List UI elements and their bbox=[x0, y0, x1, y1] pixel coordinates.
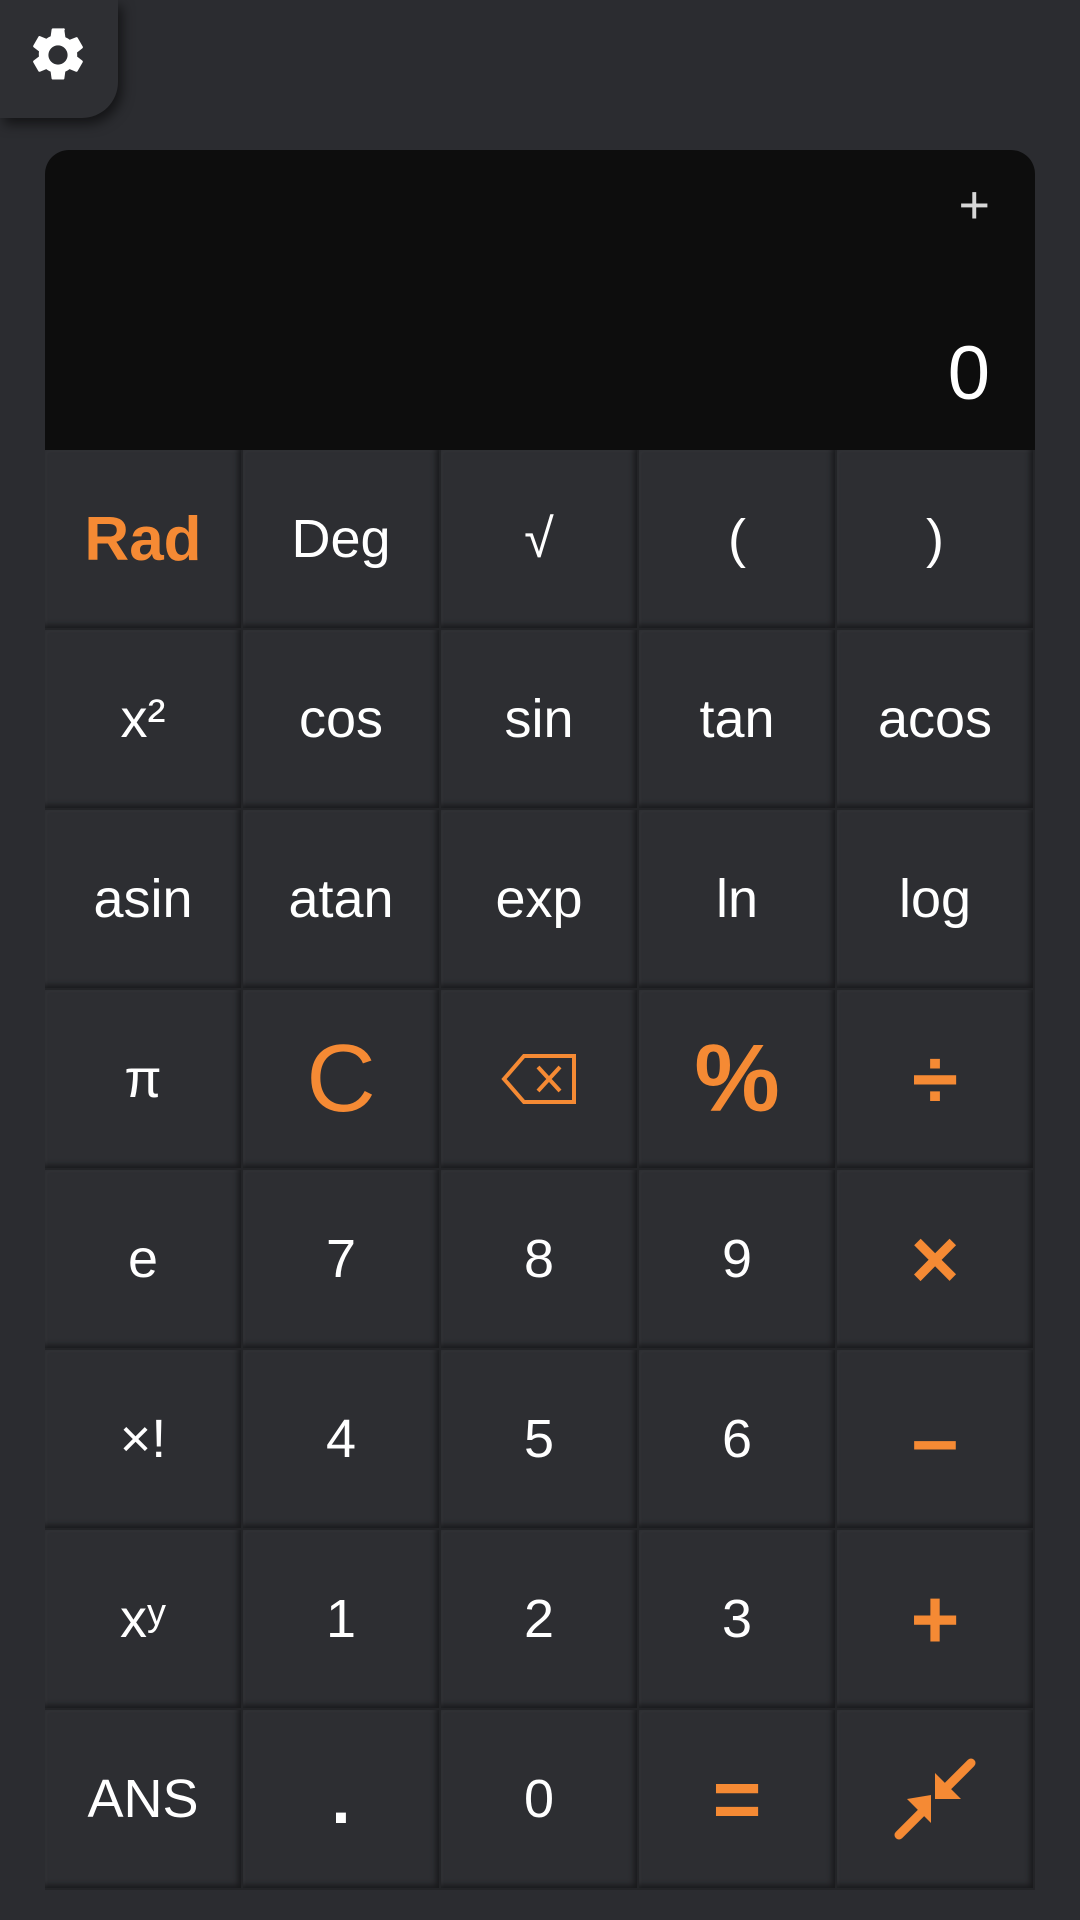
digit-1-button[interactable]: 1 bbox=[243, 1530, 441, 1710]
digit-7-button[interactable]: 7 bbox=[243, 1170, 441, 1350]
asin-button[interactable]: asin bbox=[45, 810, 243, 990]
digit-4-button[interactable]: 4 bbox=[243, 1350, 441, 1530]
sin-button[interactable]: sin bbox=[441, 630, 639, 810]
open-paren-button[interactable]: ( bbox=[639, 450, 837, 630]
keypad: Rad Deg √ ( ) x² cos sin tan acos asin a… bbox=[45, 450, 1035, 1890]
percent-button[interactable]: % bbox=[639, 990, 837, 1170]
exp-button[interactable]: exp bbox=[441, 810, 639, 990]
divide-button[interactable]: ÷ bbox=[837, 990, 1035, 1170]
minus-button[interactable]: – bbox=[837, 1350, 1035, 1530]
gear-icon bbox=[28, 27, 90, 92]
collapse-arrows-icon bbox=[893, 1757, 977, 1841]
equals-button[interactable]: = bbox=[639, 1710, 837, 1890]
plus-button[interactable]: + bbox=[837, 1530, 1035, 1710]
ans-button[interactable]: ANS bbox=[45, 1710, 243, 1890]
digit-9-button[interactable]: 9 bbox=[639, 1170, 837, 1350]
power-exponent: y bbox=[147, 1591, 166, 1634]
collapse-button[interactable] bbox=[837, 1710, 1035, 1890]
deg-button[interactable]: Deg bbox=[243, 450, 441, 630]
digit-0-button[interactable]: 0 bbox=[441, 1710, 639, 1890]
pi-button[interactable]: π bbox=[45, 990, 243, 1170]
settings-button[interactable] bbox=[0, 0, 118, 118]
log-button[interactable]: log bbox=[837, 810, 1035, 990]
decimal-button[interactable]: . bbox=[243, 1710, 441, 1890]
clear-button[interactable]: C bbox=[243, 990, 441, 1170]
factorial-button[interactable]: ×! bbox=[45, 1350, 243, 1530]
acos-button[interactable]: acos bbox=[837, 630, 1035, 810]
digit-2-button[interactable]: 2 bbox=[441, 1530, 639, 1710]
square-button[interactable]: x² bbox=[45, 630, 243, 810]
result-value: 0 bbox=[947, 331, 990, 416]
power-base: x bbox=[120, 1589, 147, 1649]
backspace-icon bbox=[500, 1052, 578, 1106]
multiply-button[interactable]: × bbox=[837, 1170, 1035, 1350]
ln-button[interactable]: ln bbox=[639, 810, 837, 990]
calculator-display: + 0 bbox=[45, 150, 1035, 450]
digit-3-button[interactable]: 3 bbox=[639, 1530, 837, 1710]
digit-8-button[interactable]: 8 bbox=[441, 1170, 639, 1350]
backspace-button[interactable] bbox=[441, 990, 639, 1170]
power-button[interactable]: xy bbox=[45, 1530, 243, 1710]
sqrt-button[interactable]: √ bbox=[441, 450, 639, 630]
expand-history-button[interactable]: + bbox=[958, 178, 990, 232]
cos-button[interactable]: cos bbox=[243, 630, 441, 810]
digit-5-button[interactable]: 5 bbox=[441, 1350, 639, 1530]
rad-button[interactable]: Rad bbox=[45, 450, 243, 630]
digit-6-button[interactable]: 6 bbox=[639, 1350, 837, 1530]
tan-button[interactable]: tan bbox=[639, 630, 837, 810]
e-button[interactable]: e bbox=[45, 1170, 243, 1350]
close-paren-button[interactable]: ) bbox=[837, 450, 1035, 630]
atan-button[interactable]: atan bbox=[243, 810, 441, 990]
